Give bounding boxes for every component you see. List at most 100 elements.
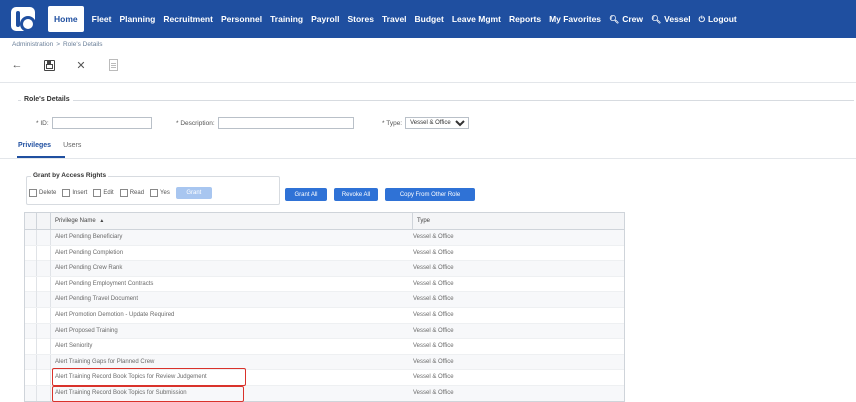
nav-item-my-favorites[interactable]: My Favorites [545,0,605,38]
checkbox-label: Insert [72,190,88,196]
nav-item-label: Payroll [311,14,340,24]
row-select-cell[interactable] [25,323,37,339]
row-select-cell[interactable] [25,354,37,370]
close-icon[interactable]: ✕ [74,58,88,72]
nav-item-label: Reports [508,14,542,24]
checkbox-delete[interactable]: Delete [29,189,56,197]
nav-item-personnel[interactable]: Personnel [217,0,266,38]
nav-item-vessel-search[interactable]: 🔍︎ Vessel [647,0,695,38]
grant-by-access-rights-panel: Grant by Access Rights Delete Insert Edi… [26,172,280,205]
privilege-name-column-header[interactable]: Privilege Name ▲ [51,213,413,230]
table-row[interactable]: Alert Pending Beneficiary Vessel & Office [25,230,624,246]
nav-item-leave-mgmt[interactable]: Leave Mgmt [448,0,505,38]
nav-item-label: Fleet [91,14,112,24]
description-input[interactable] [217,117,354,129]
nav-item-reports[interactable]: Reports [505,0,545,38]
nav-item-label: Planning [119,14,156,24]
nav-item-payroll[interactable]: Payroll [307,0,343,38]
app-logo[interactable] [0,0,46,38]
grant-button[interactable]: Grant [175,187,212,199]
search-icon: 🔍︎ [609,15,620,24]
privilege-name-cell: Alert Pending Employment Contracts [55,280,154,287]
grant-all-button[interactable]: Grant All [285,188,327,201]
row-select-cell[interactable] [25,261,37,277]
table-row[interactable]: Alert Pending Completion Vessel & Office [25,245,624,262]
row-indicator-cell [37,307,51,323]
nav-item-recruitment[interactable]: Recruitment [159,0,217,38]
checkbox-label: Edit [103,190,114,196]
sort-icon: ▲ [99,218,105,224]
column-label: Type [417,218,431,224]
checkbox-icon[interactable] [29,189,37,197]
back-arrow-icon[interactable]: ← [10,58,24,72]
privilege-type-cell: Vessel & Office [413,374,454,381]
nav-item-stores[interactable]: Stores [343,0,377,38]
privilege-type-cell: Vessel & Office [413,327,454,334]
checkbox-read[interactable]: Read [119,189,144,197]
nav-item-home[interactable]: Home [48,6,84,32]
type-select[interactable]: Vessel & Office [405,117,470,129]
table-row[interactable]: Alert Proposed Training Vessel & Office [25,323,624,340]
type-column-header[interactable]: Type [413,213,624,230]
row-select-cell[interactable] [25,245,37,261]
nav-item-fleet[interactable]: Fleet [88,0,116,38]
row-select-cell[interactable] [25,385,37,401]
privilege-type-cell: Vessel & Office [413,280,454,287]
description-field-group: * Description: [176,117,354,129]
nav-item-label: My Favorites [549,14,602,24]
tab-bar: Privileges Users [18,142,81,156]
indicator-column-header [37,213,51,230]
tab-users[interactable]: Users [63,142,81,156]
checkbox-icon[interactable] [150,189,159,197]
checkbox-icon[interactable] [62,189,71,197]
row-select-cell[interactable] [25,292,37,308]
checkbox-insert[interactable]: Insert [62,189,87,197]
table-row[interactable]: Alert Seniority Vessel & Office [25,339,624,355]
select-column-header[interactable] [25,213,37,230]
tab-privileges[interactable]: Privileges [18,142,51,156]
privilege-name-cell: Alert Promotion Demotion - Update Requir… [55,311,175,318]
document-button[interactable] [106,58,120,72]
logo-icon [11,7,36,32]
privilege-name-cell: Alert Pending Travel Document [55,296,139,303]
divider [0,82,856,83]
checkbox-label: Delete [39,190,57,196]
checkbox-edit[interactable]: Edit [93,189,114,197]
privilege-type-cell: Vessel & Office [413,389,454,396]
privilege-type-cell: Vessel & Office [413,234,454,240]
row-select-cell[interactable] [25,276,37,292]
nav-item-travel[interactable]: Travel [378,0,411,38]
checkbox-icon[interactable] [93,189,102,197]
table-row[interactable]: Alert Pending Employment Contracts Vessel… [25,276,624,293]
nav-item-training[interactable]: Training [266,0,307,38]
table-row[interactable]: Alert Promotion Demotion - Update Requir… [25,307,624,324]
table-row[interactable]: Alert Pending Crew Rank Vessel & Office [25,261,624,277]
nav-item-crew-search[interactable]: 🔍︎ Crew [605,0,647,38]
privilege-name-cell: Alert Proposed Training [55,327,118,334]
copy-from-other-role-button[interactable]: Copy From Other Role [385,188,475,201]
checkbox-icon[interactable] [119,189,128,197]
table-row[interactable]: Alert Pending Travel Document Vessel & Of… [25,292,624,308]
row-select-cell[interactable] [25,307,37,323]
privilege-name-cell: Alert Pending Crew Rank [55,265,123,272]
row-select-cell[interactable] [25,370,37,386]
row-select-cell[interactable] [25,339,37,355]
id-input[interactable] [51,117,152,129]
save-button[interactable] [42,58,56,72]
privilege-type-cell: Vessel & Office [413,358,454,365]
nav-item-logout[interactable]: ⏻ Logout [695,0,741,38]
row-indicator-cell [37,230,51,245]
breadcrumb-root-link[interactable]: Administration [12,41,53,48]
revoke-all-button[interactable]: Revoke All [334,188,378,201]
nav-item-label: Crew [622,14,643,24]
privilege-name-cell: Alert Pending Completion [55,249,124,256]
type-label: * Type: [382,119,403,127]
nav-item-label: Travel [381,14,407,24]
privilege-name-cell: Alert Pending Beneficiary [55,234,123,240]
nav-item-budget[interactable]: Budget [411,0,448,38]
row-select-cell[interactable] [25,230,37,245]
nav-item-planning[interactable]: Planning [115,0,159,38]
highlight-box [52,368,246,386]
access-rights-checkboxes: Delete Insert Edit Read Yes Grant [29,187,212,199]
checkbox-yes[interactable]: Yes [150,189,170,197]
